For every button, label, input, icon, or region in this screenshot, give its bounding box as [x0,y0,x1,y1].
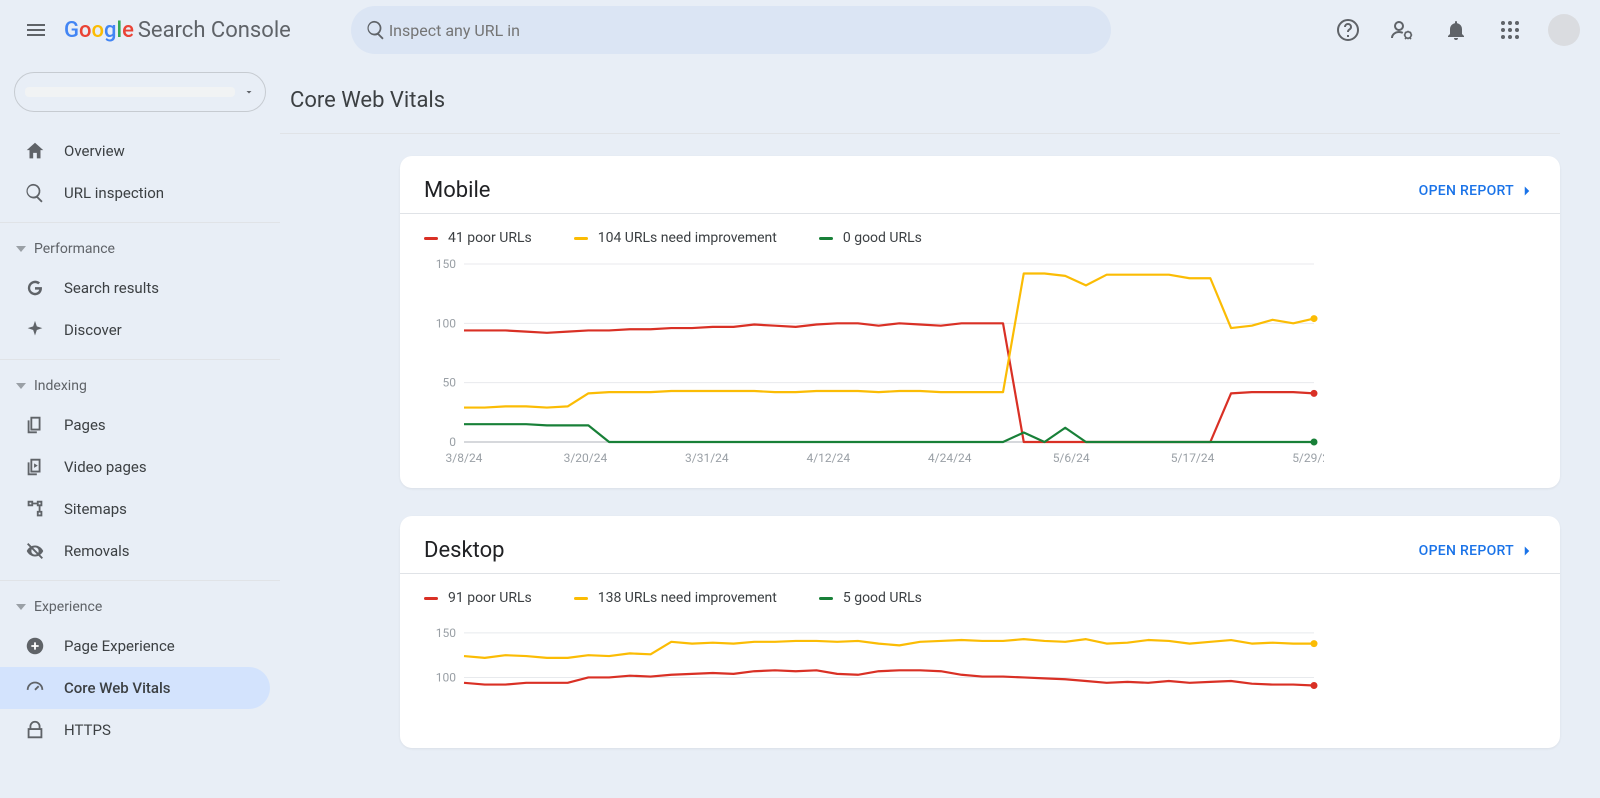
sidebar-item-label: Search results [64,279,159,297]
lock-icon [24,719,46,741]
eye-off-icon [24,540,46,562]
plus-circle-icon [24,635,46,657]
open-report-label: OPEN REPORT [1419,183,1514,199]
svg-text:0: 0 [449,435,456,449]
sidebar-group-performance[interactable]: Performance [0,231,280,267]
search-input-wrap[interactable] [351,6,1111,54]
sidebar-item-https[interactable]: HTTPS [0,709,270,751]
svg-text:100: 100 [436,670,456,684]
open-report-link[interactable]: OPEN REPORT [1419,542,1536,560]
video-pages-icon [24,456,46,478]
sidebar-item-discover[interactable]: Discover [0,309,270,351]
svg-text:50: 50 [443,376,457,390]
search-input[interactable] [387,20,1097,41]
sidebar-item-label: Core Web Vitals [64,679,171,697]
chart-legend: 41 poor URLs 104 URLs need improvement 0… [424,230,1536,246]
page-title: Core Web Vitals [280,84,1560,133]
g-logo-icon [24,277,46,299]
content: Core Web Vitals Mobile OPEN REPORT 41 po… [280,60,1600,798]
legend-good: 0 good URLs [843,230,922,246]
speed-icon [24,677,46,699]
svg-text:4/12/24: 4/12/24 [806,451,850,465]
sidebar-item-core-web-vitals[interactable]: Core Web Vitals [0,667,270,709]
sidebar: Overview URL inspection Performance Sear… [0,60,280,798]
card-title: Desktop [424,538,505,563]
legend-need-improvement: 104 URLs need improvement [598,230,777,246]
sidebar-item-label: Sitemaps [64,500,127,518]
menu-icon[interactable] [12,6,60,54]
legend-good: 5 good URLs [843,590,922,606]
triangle-down-icon [16,383,26,389]
svg-text:4/24/24: 4/24/24 [928,451,972,465]
topbar: Google Search Console [0,0,1600,60]
svg-text:150: 150 [436,626,456,640]
chevron-right-icon [1518,542,1536,560]
google-logo-text: Google [64,18,134,43]
apps-grid-icon[interactable] [1486,6,1534,54]
legend-poor: 41 poor URLs [448,230,532,246]
svg-text:3/8/24: 3/8/24 [446,451,483,465]
desktop-chart: 100 150 [424,618,1536,728]
search-icon [365,19,387,41]
svg-text:5/6/24: 5/6/24 [1053,451,1090,465]
sidebar-group-indexing[interactable]: Indexing [0,368,280,404]
sidebar-item-sitemaps[interactable]: Sitemaps [0,488,270,530]
open-report-link[interactable]: OPEN REPORT [1419,182,1536,200]
sidebar-item-label: Page Experience [64,637,175,655]
sidebar-group-experience[interactable]: Experience [0,589,280,625]
sidebar-item-video-pages[interactable]: Video pages [0,446,270,488]
notifications-icon[interactable] [1432,6,1480,54]
sidebar-item-label: Discover [64,321,122,339]
sidebar-item-url-inspection[interactable]: URL inspection [0,172,270,214]
chevron-down-icon [243,86,255,98]
search-icon [24,182,46,204]
sidebar-item-label: Overview [64,142,125,160]
sparkle-icon [24,319,46,341]
sidebar-group-label: Indexing [34,378,87,394]
sidebar-item-label: Removals [64,542,130,560]
sidebar-item-label: HTTPS [64,721,111,739]
sidebar-item-pages[interactable]: Pages [0,404,270,446]
svg-text:5/29/24: 5/29/24 [1292,451,1324,465]
mobile-chart: 0 50 100 150 3/8/24 3/20/24 3/31/24 4/12/24 4/24… [424,258,1536,468]
sidebar-item-label: URL inspection [64,184,164,202]
sidebar-item-label: Pages [64,416,106,434]
desktop-card: Desktop OPEN REPORT 91 poor URLs 138 URL… [400,516,1560,748]
user-settings-icon[interactable] [1378,6,1426,54]
sidebar-item-removals[interactable]: Removals [0,530,270,572]
sidebar-item-label: Video pages [64,458,147,476]
chevron-right-icon [1518,182,1536,200]
property-selector[interactable] [14,72,266,112]
svg-text:150: 150 [436,258,456,271]
mobile-card: Mobile OPEN REPORT 41 poor URLs 104 URLs… [400,156,1560,488]
svg-text:3/20/24: 3/20/24 [564,451,608,465]
triangle-down-icon [16,604,26,610]
pages-icon [24,414,46,436]
open-report-label: OPEN REPORT [1419,543,1514,559]
help-icon[interactable] [1324,6,1372,54]
sidebar-item-search-results[interactable]: Search results [0,267,270,309]
sitemap-icon [24,498,46,520]
svg-text:3/31/24: 3/31/24 [685,451,729,465]
card-title: Mobile [424,178,490,203]
legend-need-improvement: 138 URLs need improvement [598,590,777,606]
property-name-redacted [25,87,235,97]
svg-text:5/17/24: 5/17/24 [1171,451,1215,465]
product-logo: Google Search Console [64,18,291,43]
svg-text:100: 100 [436,316,456,330]
sidebar-group-label: Performance [34,241,115,257]
product-name: Search Console [138,18,291,43]
sidebar-group-label: Experience [34,599,102,615]
home-icon [24,140,46,162]
chart-legend: 91 poor URLs 138 URLs need improvement 5… [424,590,1536,606]
sidebar-item-overview[interactable]: Overview [0,130,270,172]
triangle-down-icon [16,246,26,252]
avatar[interactable] [1548,14,1580,46]
sidebar-item-page-experience[interactable]: Page Experience [0,625,270,667]
legend-poor: 91 poor URLs [448,590,532,606]
